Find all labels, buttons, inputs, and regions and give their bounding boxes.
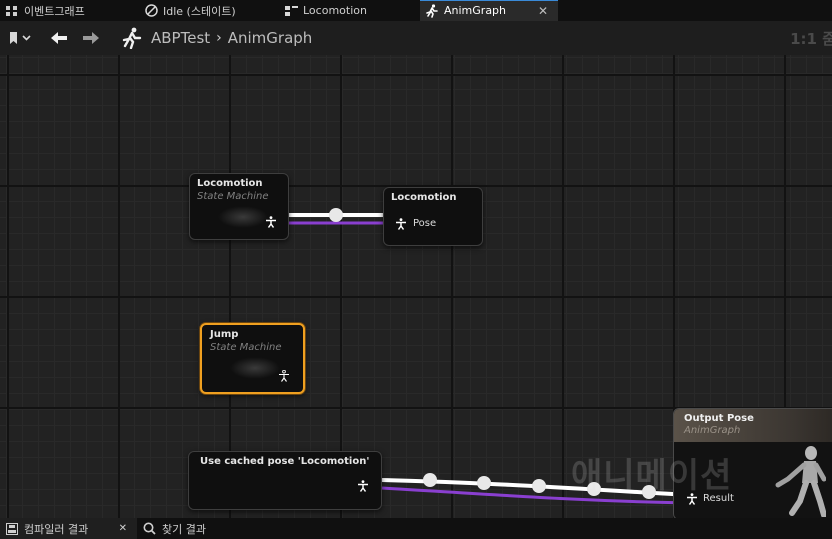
pin-label: Pose — [413, 218, 437, 229]
document-tab-bar: 이벤트그래프 Idle (스테이트) Locomotion AnimGraph … — [0, 0, 832, 21]
wire-reroute-dot[interactable] — [477, 476, 491, 490]
pose-output-pin-icon[interactable] — [278, 370, 290, 382]
forward-button[interactable] — [76, 24, 106, 52]
anim-graph-icon — [118, 24, 144, 52]
mannequin-icon — [775, 446, 826, 517]
tab-anim-graph[interactable]: AnimGraph ✕ — [420, 0, 558, 21]
wire-reroute-dot[interactable] — [329, 208, 343, 222]
close-tab-icon[interactable]: ✕ — [538, 4, 548, 18]
tab-label: 컴파일러 결과 — [24, 522, 89, 536]
node-title: Use cached pose 'Locomotion' — [200, 456, 370, 467]
tab-label: Locomotion — [303, 4, 367, 17]
breadcrumb-root[interactable]: ABPTest — [151, 29, 210, 47]
watermark-text: 애니메이션 — [571, 456, 733, 496]
state-icon — [144, 4, 158, 18]
search-icon — [143, 522, 156, 535]
node-save-cached-pose[interactable]: Locomotion Pose — [383, 187, 483, 246]
breadcrumb: ABPTest › AnimGraph — [151, 29, 312, 47]
breadcrumb-current[interactable]: AnimGraph — [228, 29, 313, 47]
compiler-icon — [6, 522, 18, 535]
node-preview — [218, 206, 268, 228]
node-preview — [230, 357, 280, 379]
node-header: Output Pose AnimGraph — [674, 409, 832, 442]
node-jump-state-machine[interactable]: Jump State Machine — [200, 323, 305, 394]
tab-event-graph[interactable]: 이벤트그래프 — [0, 0, 123, 21]
tab-label: 찾기 결과 — [162, 522, 206, 536]
anim-graph-icon — [425, 3, 439, 18]
tab-locomotion[interactable]: Locomotion — [263, 0, 420, 21]
wire-reroute-dot[interactable] — [423, 473, 437, 487]
close-tab-icon[interactable]: ✕ — [119, 523, 127, 534]
node-subtitle: State Machine — [197, 191, 269, 202]
tab-label: Idle (스테이트) — [163, 4, 236, 18]
arrow-left-icon — [51, 32, 67, 44]
pose-output-pin-icon[interactable] — [265, 216, 277, 228]
wire-reroute-dot[interactable] — [532, 479, 546, 493]
tab-idle-state[interactable]: Idle (스테이트) — [123, 0, 263, 21]
state-machine-icon — [284, 4, 298, 18]
wire-locomotion — [288, 208, 385, 225]
pose-input-pin-icon[interactable] — [395, 218, 407, 230]
bottom-panel-tabs: 컴파일러 결과 ✕ 찾기 결과 — [0, 518, 832, 539]
arrow-right-icon — [83, 32, 99, 44]
anim-graph-canvas[interactable]: Locomotion State Machine Locomotion Pose… — [0, 55, 832, 518]
node-title: Locomotion — [197, 178, 263, 189]
node-use-cached-pose[interactable]: Use cached pose 'Locomotion' — [188, 451, 382, 510]
node-title: Jump — [210, 329, 239, 340]
bookmark-menu-button[interactable] — [4, 24, 38, 52]
event-graph-icon — [5, 4, 19, 18]
node-title: Output Pose — [684, 413, 754, 424]
tab-compiler-results[interactable]: 컴파일러 결과 ✕ — [0, 518, 137, 539]
node-title: Locomotion — [391, 192, 457, 203]
node-subtitle: AnimGraph — [684, 425, 741, 436]
tab-find-results[interactable]: 찾기 결과 — [137, 518, 212, 539]
tab-label: 이벤트그래프 — [24, 4, 85, 18]
pose-output-pin-icon[interactable] — [357, 480, 369, 492]
zoom-level: 1:1 줌 — [790, 30, 832, 48]
node-subtitle: State Machine — [210, 342, 282, 353]
bookmark-icon — [10, 32, 31, 44]
breadcrumb-separator: › — [216, 30, 222, 46]
graph-toolbar: ABPTest › AnimGraph 1:1 줌 — [0, 21, 832, 55]
tab-label: AnimGraph — [444, 4, 507, 17]
node-locomotion-state-machine[interactable]: Locomotion State Machine — [189, 173, 289, 240]
back-button[interactable] — [44, 24, 74, 52]
